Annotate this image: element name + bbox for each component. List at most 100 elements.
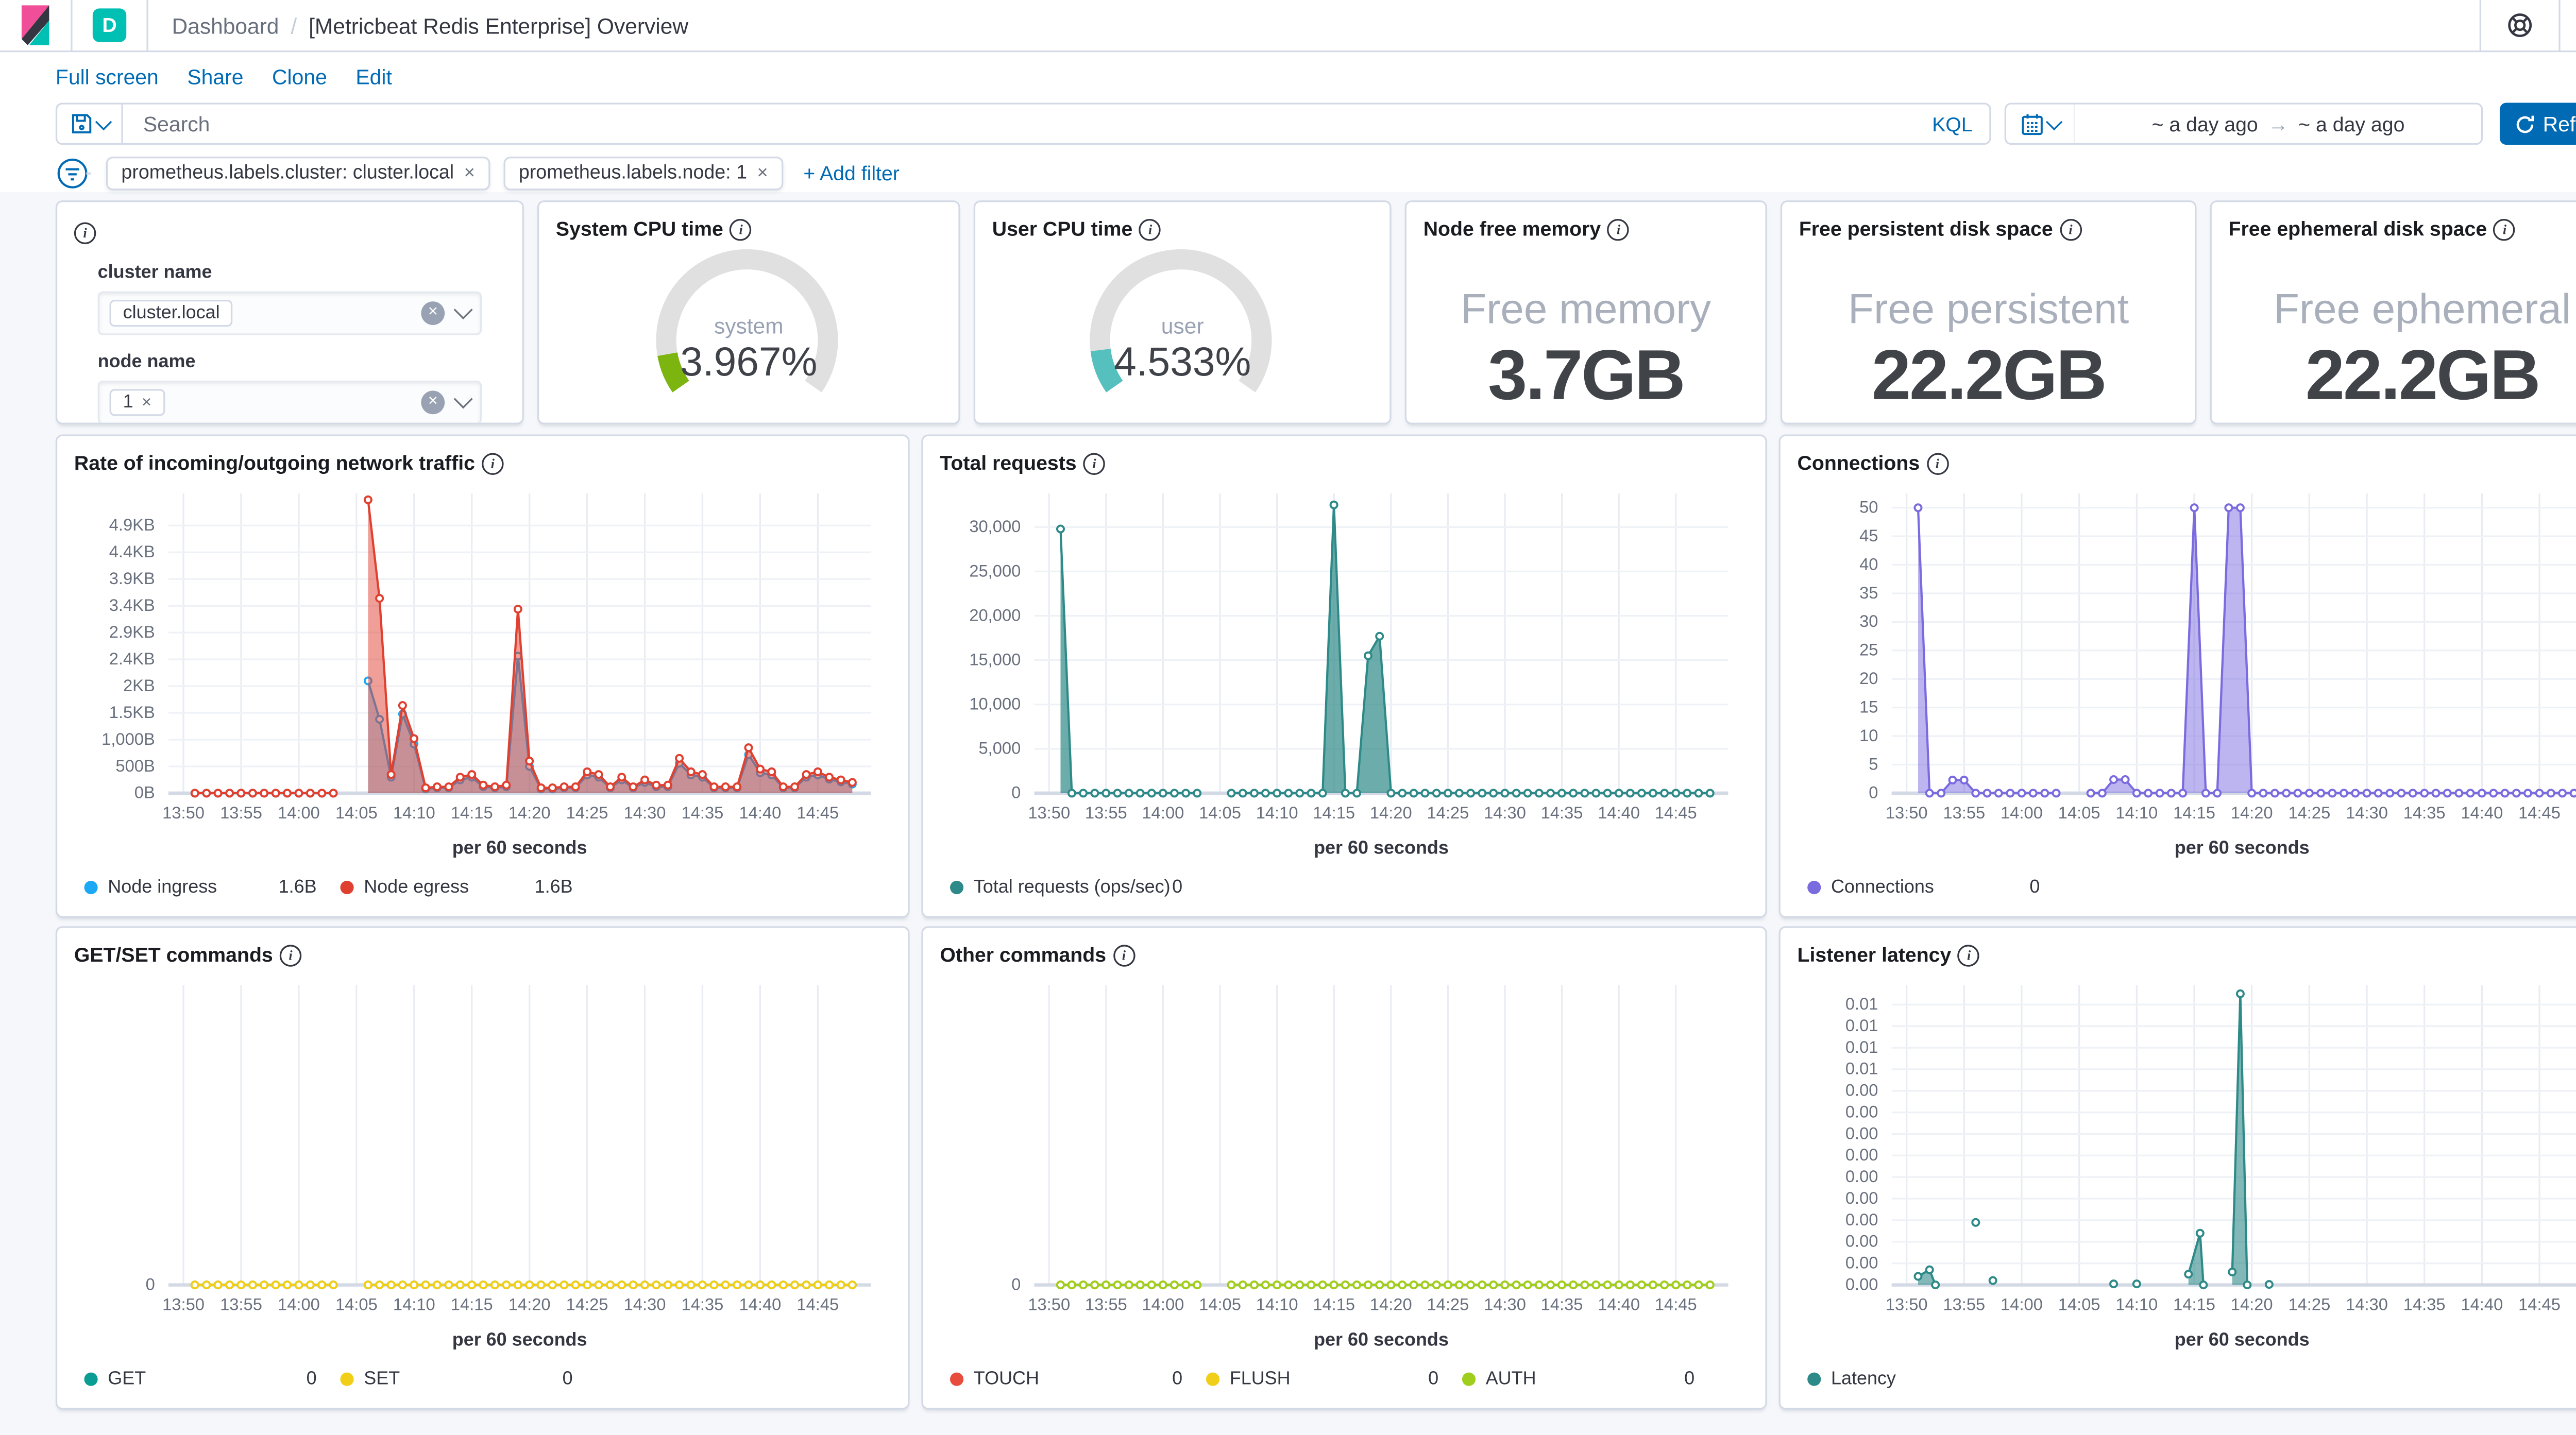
- node-name-combobox[interactable]: 1 × ×: [98, 381, 482, 424]
- panel-title: Rate of incoming/outgoing network traffi…: [74, 451, 475, 475]
- legend-label: Total requests (ops/sec): [974, 877, 1171, 897]
- filter-bar: prometheus.labels.cluster: cluster.local…: [56, 155, 2576, 192]
- svg-text:13:50: 13:50: [1886, 803, 1928, 822]
- chevron-down-icon: [94, 113, 111, 129]
- filter-pill-cluster[interactable]: prometheus.labels.cluster: cluster.local…: [106, 157, 490, 190]
- chevron-down-icon[interactable]: [454, 300, 473, 319]
- legend-item[interactable]: TOUCH0: [950, 1369, 1206, 1389]
- get-set-commands-chart-panel: GET/SET commandsi 13:5013:5514:0014:0514…: [56, 926, 910, 1409]
- svg-text:14:00: 14:00: [1142, 1295, 1184, 1314]
- legend-item[interactable]: Total requests (ops/sec)0: [950, 877, 1206, 897]
- chart-canvas[interactable]: 13:5013:5514:0014:0514:1014:1514:2014:25…: [1798, 476, 2576, 867]
- legend-item[interactable]: Node ingress1.6B: [84, 877, 340, 897]
- date-picker-calendar-button[interactable]: [2006, 105, 2075, 143]
- chart-legend: Connections0: [1798, 877, 2576, 897]
- chart-canvas[interactable]: 13:5013:5514:0014:0514:1014:1514:2014:25…: [74, 968, 891, 1359]
- svg-text:0.00: 0.00: [1845, 1188, 1878, 1207]
- legend-value: 0: [1428, 1369, 1438, 1389]
- free-memory-panel: Node free memoryi Free memory 3.7GB: [1405, 200, 1767, 424]
- saved-query-button[interactable]: [56, 102, 123, 145]
- chart-canvas[interactable]: 13:5013:5514:0014:0514:1014:1514:2014:25…: [940, 476, 1748, 867]
- calendar-icon: [2021, 112, 2043, 135]
- system-cpu-gauge-panel: System CPU timei system 3.967%: [537, 200, 960, 424]
- svg-text:25: 25: [1859, 640, 1878, 659]
- edit-link[interactable]: Edit: [355, 65, 392, 89]
- legend-item[interactable]: SET0: [340, 1369, 596, 1389]
- search-input[interactable]: [140, 110, 1919, 137]
- clear-selection-icon[interactable]: ×: [421, 301, 445, 325]
- date-to[interactable]: ~ a day ago: [2298, 112, 2404, 135]
- svg-text:per 60 seconds: per 60 seconds: [452, 1328, 587, 1349]
- query-bar: KQL ~ a day ago → ~ a day ago: [56, 102, 2576, 145]
- svg-text:14:05: 14:05: [1199, 803, 1241, 822]
- add-filter-link[interactable]: + Add filter: [803, 162, 900, 185]
- filter-pill-node[interactable]: prometheus.labels.node: 1 ×: [503, 157, 783, 190]
- cluster-token[interactable]: cluster.local: [110, 300, 233, 327]
- svg-text:14:45: 14:45: [796, 803, 839, 822]
- legend-label: FLUSH: [1230, 1369, 1291, 1389]
- date-from[interactable]: ~ a day ago: [2152, 112, 2258, 135]
- legend-dot: [950, 881, 963, 894]
- svg-text:0.00: 0.00: [1845, 1232, 1878, 1251]
- svg-text:0: 0: [1011, 783, 1021, 802]
- chevron-down-icon[interactable]: [454, 389, 473, 408]
- clone-link[interactable]: Clone: [272, 65, 327, 89]
- chart-canvas[interactable]: 13:5013:5514:0014:0514:1014:1514:2014:25…: [1798, 968, 2576, 1359]
- svg-text:14:10: 14:10: [2115, 1295, 2158, 1314]
- newsfeed-button[interactable]: [2558, 0, 2576, 50]
- legend-item[interactable]: FLUSH 0: [1206, 1369, 1462, 1389]
- svg-text:30,000: 30,000: [969, 517, 1021, 536]
- remove-filter-icon[interactable]: ×: [464, 163, 475, 183]
- legend-item[interactable]: GET0: [84, 1369, 340, 1389]
- breadcrumb-separator: /: [291, 13, 297, 38]
- info-icon: i: [482, 452, 504, 474]
- svg-text:14:30: 14:30: [2346, 803, 2388, 822]
- legend-value: 0: [1684, 1369, 1694, 1389]
- remove-filter-icon[interactable]: ×: [757, 163, 768, 183]
- svg-text:13:50: 13:50: [1028, 1295, 1070, 1314]
- svg-text:per 60 seconds: per 60 seconds: [2175, 837, 2310, 858]
- cluster-name-combobox[interactable]: cluster.local ×: [98, 292, 482, 335]
- legend-item[interactable]: AUTH0: [1462, 1369, 1718, 1389]
- save-icon: [70, 113, 92, 135]
- full-screen-link[interactable]: Full screen: [56, 65, 159, 89]
- svg-text:14:20: 14:20: [2231, 803, 2273, 822]
- svg-text:0.01: 0.01: [1845, 1016, 1878, 1035]
- svg-text:14:00: 14:00: [278, 1295, 320, 1314]
- svg-text:50: 50: [1859, 497, 1878, 516]
- svg-text:0: 0: [1869, 783, 1878, 802]
- remove-token-icon[interactable]: ×: [142, 393, 151, 412]
- chart-canvas[interactable]: 13:5013:5514:0014:0514:1014:1514:2014:25…: [940, 968, 1748, 1359]
- legend-label: TOUCH: [974, 1369, 1039, 1389]
- svg-text:14:40: 14:40: [739, 1295, 782, 1314]
- chart-canvas[interactable]: 13:5013:5514:0014:0514:1014:1514:2014:25…: [74, 476, 891, 867]
- chart-legend: TOUCH0FLUSH0AUTH0: [940, 1369, 1748, 1389]
- search-input-box[interactable]: KQL: [123, 102, 1991, 145]
- clear-selection-icon[interactable]: ×: [421, 391, 445, 415]
- space-badge[interactable]: D: [71, 0, 148, 50]
- info-icon: i: [1139, 218, 1161, 240]
- node-token[interactable]: 1 ×: [110, 389, 165, 416]
- legend-item[interactable]: Connections0: [1807, 877, 2063, 897]
- legend-item[interactable]: Latency: [1807, 1369, 2063, 1389]
- svg-text:13:55: 13:55: [1085, 803, 1127, 822]
- breadcrumb-dashboard[interactable]: Dashboard: [172, 13, 279, 38]
- filter-options-icon[interactable]: [56, 155, 93, 192]
- svg-text:13:50: 13:50: [1028, 803, 1070, 822]
- legend-item[interactable]: Node egress1.6B: [340, 877, 596, 897]
- svg-text:10: 10: [1859, 726, 1878, 745]
- legend-value: 1.6B: [535, 877, 573, 897]
- svg-text:0.01: 0.01: [1845, 994, 1878, 1013]
- help-button[interactable]: [2480, 0, 2559, 50]
- date-picker[interactable]: ~ a day ago → ~ a day ago: [2005, 102, 2483, 145]
- kibana-logo[interactable]: [0, 0, 71, 50]
- refresh-button[interactable]: Refresh: [2500, 102, 2576, 145]
- svg-text:14:25: 14:25: [1427, 1295, 1469, 1314]
- total-requests-chart-panel: Total requestsi 13:5013:5514:0014:0514:1…: [921, 435, 1767, 918]
- date-range[interactable]: ~ a day ago → ~ a day ago: [2075, 112, 2481, 135]
- legend-label: Latency: [1831, 1369, 1896, 1389]
- metric-value: 22.2GB: [2306, 335, 2539, 416]
- share-link[interactable]: Share: [187, 65, 243, 89]
- chart-legend: Latency: [1798, 1369, 2576, 1389]
- kql-selector[interactable]: KQL: [1919, 112, 1973, 135]
